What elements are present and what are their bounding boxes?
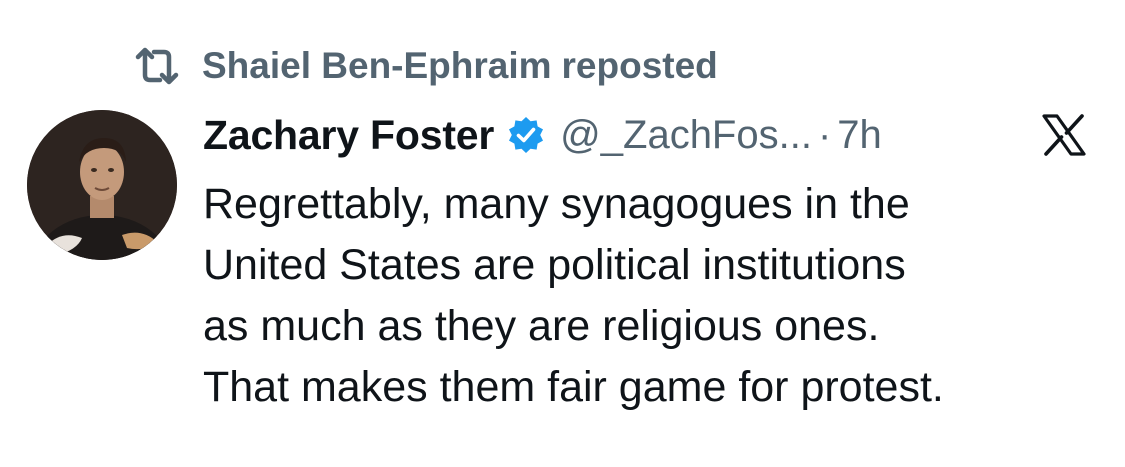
avatar[interactable] bbox=[27, 110, 177, 260]
repost-banner[interactable]: Shaiel Ben-Ephraim reposted bbox=[134, 40, 718, 92]
tweet-header: Zachary Foster @_ZachFos... · 7h bbox=[203, 106, 882, 164]
repost-user-name[interactable]: Shaiel Ben-Ephraim bbox=[202, 45, 552, 87]
verified-badge-icon bbox=[506, 115, 546, 155]
x-logo-icon[interactable] bbox=[1042, 114, 1086, 156]
tweet-text-line: Regrettably, many synagogues in the bbox=[203, 180, 910, 228]
repost-icon bbox=[134, 46, 180, 86]
tweet-text-line: United States are political institutions bbox=[203, 241, 906, 289]
tweet-text-line: as much as they are religious ones. bbox=[203, 302, 880, 350]
repost-label: reposted bbox=[561, 45, 718, 86]
author-handle[interactable]: @_ZachFos... bbox=[560, 113, 812, 158]
tweet-text: Regrettably, many synagogues in the Unit… bbox=[203, 174, 1103, 418]
author-display-name[interactable]: Zachary Foster bbox=[203, 112, 494, 159]
timestamp[interactable]: 7h bbox=[837, 113, 882, 158]
separator-dot: · bbox=[817, 112, 832, 157]
tweet-text-line: That makes them fair game for protest. bbox=[203, 363, 944, 411]
